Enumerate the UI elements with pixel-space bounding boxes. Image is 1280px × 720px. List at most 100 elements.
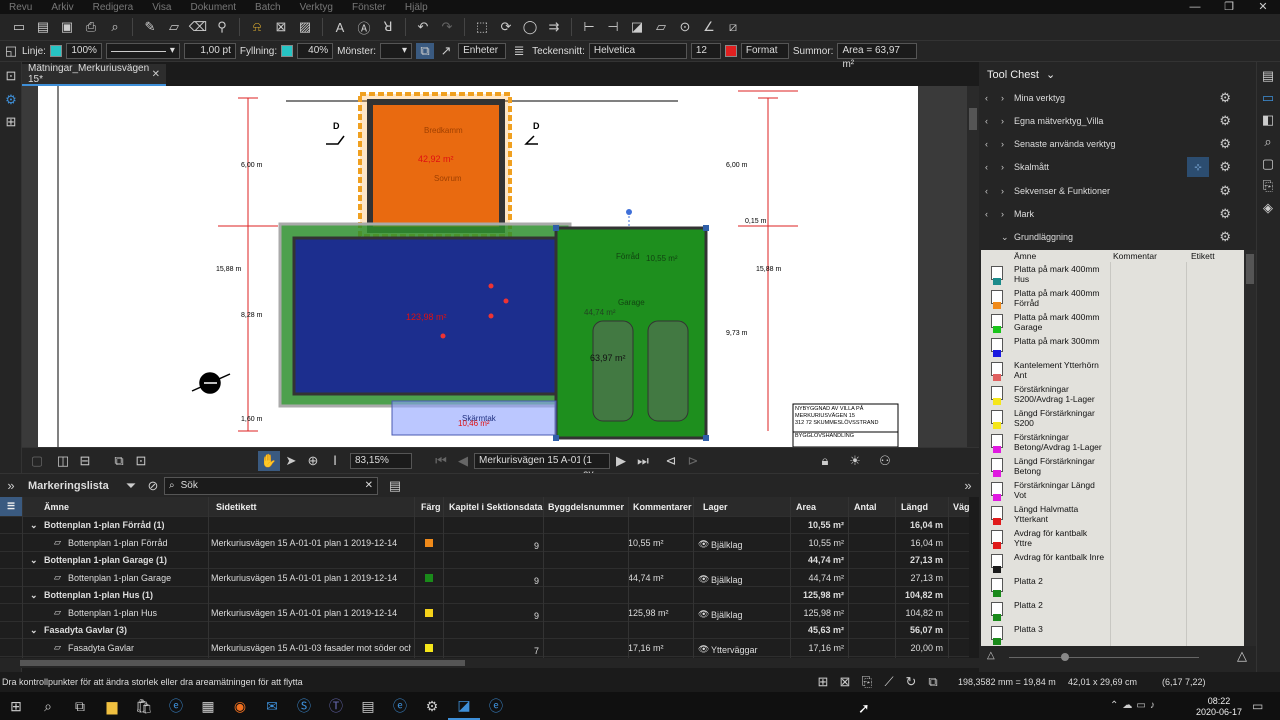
drawing-sheet[interactable]: Bredkamm 42,92 m² Sovrum 123,98 m² Förrå…	[38, 86, 918, 447]
tool-set-item[interactable]: ‹ › Skalmått ⊹ ⚙	[979, 156, 1235, 179]
zoom-select[interactable]: 83,15%	[350, 452, 412, 469]
sums-select[interactable]: Area = 63,97 m²	[837, 43, 918, 70]
tool-item[interactable]: Avdrag för kantbalk Yttre	[981, 526, 1244, 550]
tool-set-item[interactable]: ⌄ Grundläggning ⚙	[979, 226, 1235, 249]
vertex-edit-icon[interactable]: ⧉	[416, 43, 435, 59]
filter-icon[interactable]: ⏷	[120, 476, 142, 496]
edge-beta-icon[interactable]: ⓔ	[480, 692, 512, 720]
tool-set-item[interactable]: ‹ › Mark ⚙	[979, 203, 1235, 226]
chevron-left-icon[interactable]: ‹	[985, 162, 988, 172]
tool-set-item[interactable]: ‹ › Sekvenser & Funktioner ⚙	[979, 179, 1235, 202]
group-row[interactable]: ⌄ Bottenplan 1-plan Garage (1) 44,74 m² 27,…	[0, 552, 969, 569]
text-select-icon[interactable]: Ⅰ	[324, 451, 346, 471]
measure-volume-icon[interactable]: ⧄	[722, 17, 744, 37]
snap-settings-icon[interactable]: ☀	[844, 451, 866, 471]
file-explorer-icon[interactable]: ▆	[96, 692, 128, 720]
split-horizontal-icon[interactable]: ⊟	[74, 451, 96, 471]
restore-button[interactable]: ❐	[1212, 0, 1246, 14]
eye-icon[interactable]: 👁︎	[698, 639, 710, 656]
chevron-down-icon[interactable]: ⌄	[1046, 69, 1055, 81]
tool-item[interactable]: Längd Halvmatta Ytterkant	[981, 502, 1244, 526]
menu-item-hjalp[interactable]: Hjälp	[396, 2, 438, 13]
slider-track[interactable]	[1009, 657, 1199, 658]
file-access-icon[interactable]: ▢	[1257, 154, 1279, 174]
text-color-swatch[interactable]	[724, 45, 737, 57]
firefox-icon[interactable]: ◉	[224, 692, 256, 720]
tool-set-item[interactable]: ‹ › Senaste använda verktyg ⚙	[979, 133, 1235, 156]
column-count[interactable]: Antal	[854, 497, 894, 516]
chevron-down-icon[interactable]: ⌄	[1001, 232, 1009, 243]
column-comments[interactable]: Kommentarer	[633, 497, 693, 516]
tool-item[interactable]: Längd Förstärkningar Betong	[981, 454, 1244, 478]
circle-icon[interactable]: ◯	[519, 17, 541, 37]
search-panel-icon[interactable]: ⌕	[1257, 132, 1279, 152]
paragraph-icon[interactable]: ≣	[510, 41, 528, 61]
chevron-right-icon[interactable]: ›	[1001, 186, 1004, 196]
teams-icon[interactable]: Ⓣ	[320, 692, 352, 720]
measure-angle-icon[interactable]: ∠	[698, 17, 720, 37]
eye-icon[interactable]: 👁︎	[698, 569, 710, 586]
minimize-button[interactable]: —	[1178, 0, 1212, 14]
line-style-select[interactable]: ▾	[105, 43, 180, 59]
column-color[interactable]: Färg	[421, 497, 443, 516]
text-box-icon[interactable]: A	[329, 17, 351, 37]
column-extra[interactable]: Väg	[953, 497, 969, 516]
open-icon[interactable]: ▤	[32, 17, 54, 37]
clear-search-icon[interactable]: ✕	[365, 479, 373, 493]
zoom-tool-icon[interactable]: ⊕	[302, 451, 324, 471]
chevron-right-icon[interactable]: ›	[1001, 93, 1004, 103]
hide-icon[interactable]: ⊘	[142, 476, 164, 496]
menu-item-batch[interactable]: Batch	[246, 2, 291, 13]
tool-column-comment[interactable]: Kommentar	[1113, 251, 1157, 261]
tool-item[interactable]: Platta på mark 400mm Garage	[981, 310, 1244, 334]
gear-icon[interactable]: ⚙	[1219, 90, 1231, 106]
tool-item[interactable]: Platta 2	[981, 574, 1244, 598]
select-area-icon[interactable]: ⬚	[471, 17, 493, 37]
tool-column-subject[interactable]: Ämne	[1014, 251, 1036, 261]
tool-item[interactable]: Platta på mark 400mm Hus	[981, 262, 1244, 286]
single-page-view-icon[interactable]: ▢	[26, 451, 48, 471]
settings-panel-icon[interactable]: ⚙	[0, 90, 22, 110]
menu-item-dokument[interactable]: Dokument	[181, 2, 246, 13]
chevron-down-icon[interactable]: ⌄	[30, 552, 40, 568]
eraser-icon[interactable]: ⌫	[187, 17, 209, 37]
close-tab-icon[interactable]: ✕	[152, 69, 160, 80]
scrollbar-thumb[interactable]	[969, 108, 977, 130]
page-layout-icon[interactable]: ⧉	[108, 451, 130, 471]
list-view-icon[interactable]: ☰	[0, 497, 22, 516]
group-row[interactable]: ⌄ Fasadyta Gavlar (3) 45,63 m² 56,07 m	[0, 622, 969, 639]
scale-tool-icon[interactable]: ⊹	[1187, 157, 1209, 178]
menu-item-redigera[interactable]: Redigera	[84, 2, 144, 13]
sync-icon[interactable]: ⊡	[130, 451, 152, 471]
layers-icon[interactable]: ◈	[1257, 198, 1279, 218]
font-select[interactable]: Helvetica	[588, 43, 687, 59]
eye-icon[interactable]: 👁︎	[698, 604, 710, 621]
snap-icon[interactable]: ↗	[438, 41, 454, 61]
redo-icon[interactable]: ↷	[436, 17, 458, 37]
settings-icon[interactable]: ⚙	[416, 692, 448, 720]
chevron-left-icon[interactable]: ‹	[985, 139, 988, 149]
canvas-vertical-scrollbar[interactable]	[967, 86, 979, 447]
measure-length-icon[interactable]: ⊢	[578, 17, 600, 37]
tool-item[interactable]: Platta på mark 300mm	[981, 334, 1244, 358]
expand-panel-icon[interactable]: »	[0, 476, 22, 496]
column-part-number[interactable]: Byggdelsnummer	[548, 497, 628, 516]
markup-search-field[interactable]: ⌕ Sök ✕	[164, 476, 378, 495]
gear-icon[interactable]: ⚙	[1219, 136, 1231, 152]
bookmarks-icon[interactable]: ⎘	[1257, 176, 1279, 196]
line-width-input[interactable]: 1,00 pt	[183, 43, 236, 59]
tool-item[interactable]: Förstärkningar S200/Avdrag 1-Lager	[981, 382, 1244, 406]
chevron-left-icon[interactable]: ‹	[985, 209, 988, 219]
table-row[interactable]: ▱ Bottenplan 1-plan Förråd Merkuriusvägen …	[0, 534, 969, 552]
image-icon[interactable]: ▨	[294, 17, 316, 37]
next-page-icon[interactable]: ▶	[610, 451, 632, 471]
task-view-icon[interactable]: ⧉	[64, 692, 96, 720]
measure-perimeter-icon[interactable]: ▱	[650, 17, 672, 37]
last-page-icon[interactable]: ⏭	[632, 451, 654, 471]
grid-panel-icon[interactable]: ⊞	[0, 112, 22, 132]
tool-item[interactable]: Förstärkningar Betong/Avdrag 1-Lager	[981, 430, 1244, 454]
user-icon[interactable]: ⚇	[874, 451, 896, 471]
bell-icon[interactable]: ⍾	[246, 17, 268, 37]
scrollbar-thumb[interactable]	[20, 660, 465, 666]
next-view-icon[interactable]: ⊳	[682, 451, 704, 471]
